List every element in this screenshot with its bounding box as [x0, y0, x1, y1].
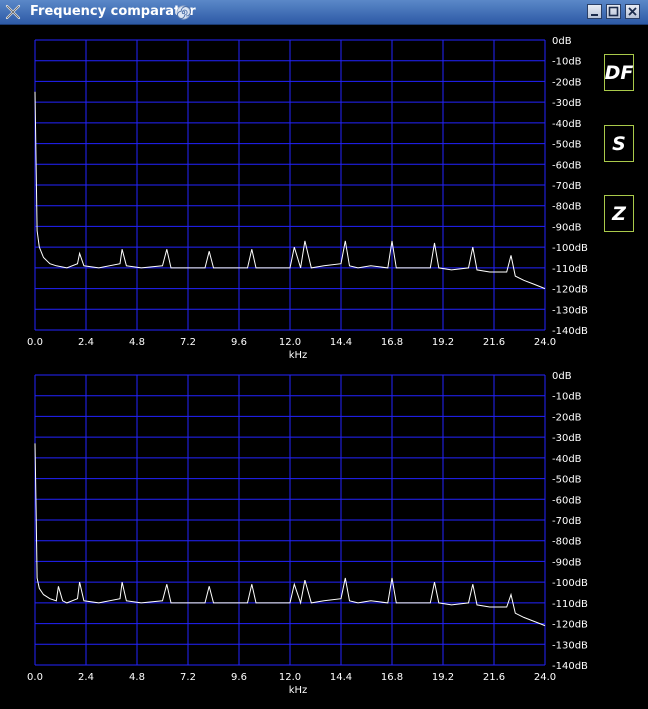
bottom-x-tick-label: 19.2	[432, 672, 454, 683]
minimize-icon	[591, 14, 598, 16]
bottom-y-tick-label: -120dB	[552, 620, 588, 631]
window-title: Frequency comparator	[30, 4, 196, 19]
bottom-x-tick-label: 9.6	[231, 672, 247, 683]
close-icon	[628, 7, 637, 16]
bottom-y-tick-label: -30dB	[552, 433, 582, 444]
bottom-x-tick-label: 0.0	[27, 672, 43, 683]
bottom-x-tick-label: 14.4	[330, 672, 352, 683]
bottom-x-tick-label: 16.8	[381, 672, 403, 683]
top-y-tick-label: -100dB	[552, 243, 588, 254]
close-button[interactable]	[625, 4, 640, 19]
top-x-tick-label: 14.4	[330, 337, 352, 348]
bottom-y-tick-label: -20dB	[552, 412, 582, 423]
top-x-tick-label: 7.2	[180, 337, 196, 348]
maximize-button[interactable]	[606, 4, 621, 19]
df-button[interactable]: DF	[604, 54, 634, 91]
top-x-axis-label: kHz	[289, 350, 308, 361]
top-y-tick-label: -10dB	[552, 57, 582, 68]
top-y-tick-label: -110dB	[552, 264, 588, 275]
top-y-tick-label: -140dB	[552, 326, 588, 337]
bottom-y-tick-label: -50dB	[552, 475, 582, 486]
top-x-tick-label: 0.0	[27, 337, 43, 348]
bottom-y-tick-label: 0dB	[552, 371, 572, 382]
bottom-x-tick-label: 2.4	[78, 672, 94, 683]
bottom-x-tick-label: 12.0	[279, 672, 301, 683]
top-y-tick-label: -70dB	[552, 181, 582, 192]
bottom-y-tick-label: -10dB	[552, 392, 582, 403]
bottom-y-tick-label: -100dB	[552, 578, 588, 589]
top-y-tick-label: -130dB	[552, 305, 588, 316]
top-y-tick-label: -60dB	[552, 160, 582, 171]
top-x-tick-label: 2.4	[78, 337, 94, 348]
s-button[interactable]: S	[604, 125, 634, 162]
top-x-tick-label: 9.6	[231, 337, 247, 348]
minimize-button[interactable]	[587, 4, 602, 19]
bottom-y-tick-label: -90dB	[552, 557, 582, 568]
top-x-tick-label: 19.2	[432, 337, 454, 348]
top-x-tick-label: 12.0	[279, 337, 301, 348]
top-x-tick-label: 24.0	[534, 337, 556, 348]
top-y-tick-label: -90dB	[552, 222, 582, 233]
bottom-y-tick-label: -80dB	[552, 537, 582, 548]
spectrum-plots: 0.0 2.4 4.8 7.2 9.6 12.0 14.4 16.8 19.2 21.6 24.0 0…	[27, 36, 588, 696]
top-y-tick-label: -50dB	[552, 140, 582, 151]
app-icon	[5, 4, 21, 20]
top-y-tick-label: -120dB	[552, 285, 588, 296]
bottom-y-tick-label: -70dB	[552, 516, 582, 527]
bottom-x-tick-label: 21.6	[483, 672, 505, 683]
top-y-tick-label: -20dB	[552, 77, 582, 88]
bottom-x-axis-label: kHz	[289, 685, 308, 696]
bottom-y-tick-label: -140dB	[552, 661, 588, 672]
bottom-x-tick-label: 4.8	[129, 672, 145, 683]
title-bar[interactable]: Frequency comparator	[0, 0, 648, 25]
bottom-y-tick-label: -130dB	[552, 640, 588, 651]
top-x-tick-label: 16.8	[381, 337, 403, 348]
top-y-tick-label: 0dB	[552, 36, 572, 47]
bottom-x-tick-label: 7.2	[180, 672, 196, 683]
maximize-icon	[608, 6, 619, 17]
bottom-x-tick-label: 24.0	[534, 672, 556, 683]
top-y-tick-label: -40dB	[552, 119, 582, 130]
window-content: 0.0 2.4 4.8 7.2 9.6 12.0 14.4 16.8 19.2 21.6 24.0 0…	[0, 25, 648, 709]
top-y-tick-label: -30dB	[552, 98, 582, 109]
top-x-tick-label: 21.6	[483, 337, 505, 348]
z-button[interactable]: Z	[604, 195, 634, 232]
top-x-tick-label: 4.8	[129, 337, 145, 348]
bottom-y-tick-label: -40dB	[552, 454, 582, 465]
bottom-y-tick-label: -60dB	[552, 495, 582, 506]
bottom-y-tick-label: -110dB	[552, 599, 588, 610]
top-y-tick-label: -80dB	[552, 202, 582, 213]
spiral-icon	[176, 5, 191, 20]
